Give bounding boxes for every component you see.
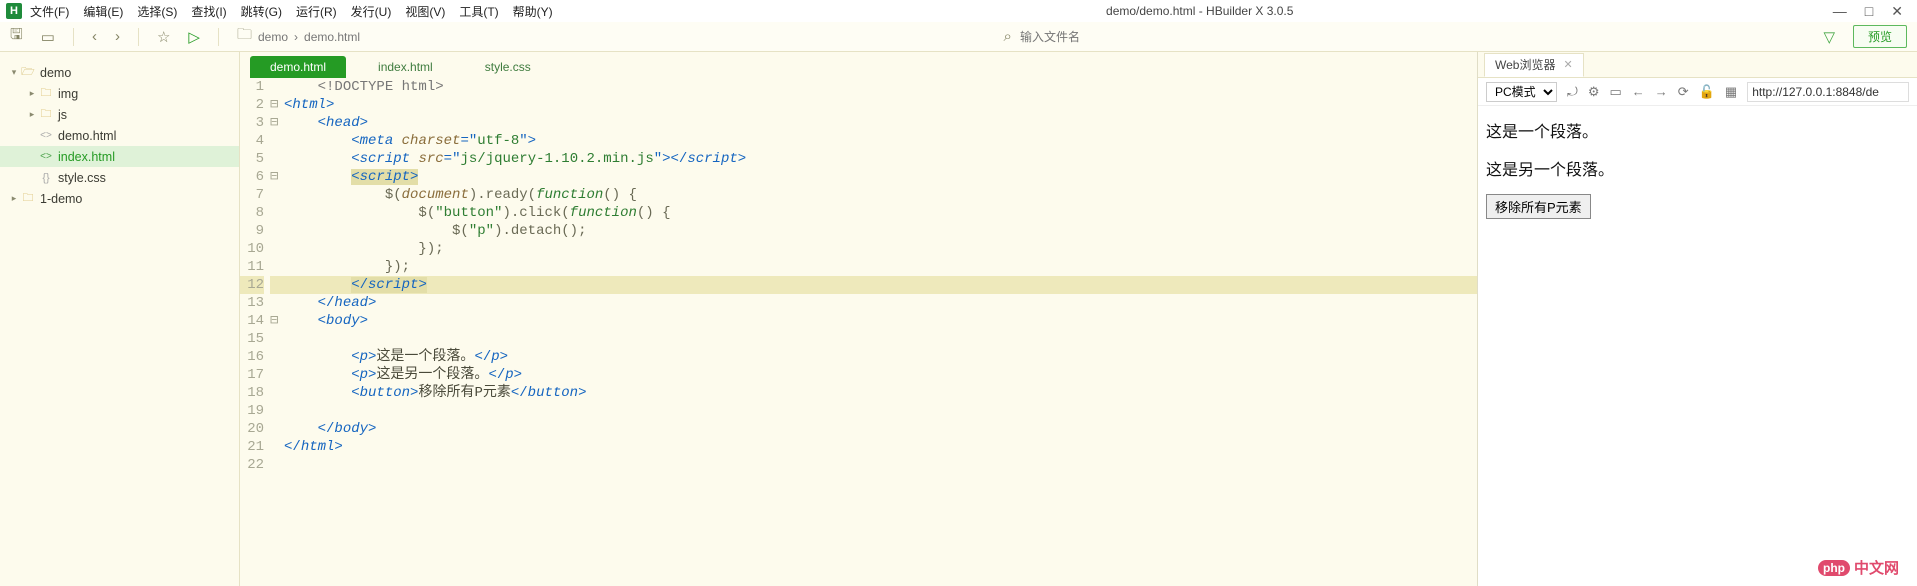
run-icon[interactable]: ▷	[188, 28, 200, 46]
tree-label: demo.html	[58, 129, 116, 143]
code-lines[interactable]: <!DOCTYPE html> <html> <head> <meta char…	[284, 78, 1477, 586]
tab-label: style.css	[485, 60, 531, 74]
tree-label: demo	[40, 66, 71, 80]
menu-select[interactable]: 选择(S)	[137, 3, 177, 20]
refresh2-icon[interactable]: ⤾	[1567, 84, 1578, 100]
nav-back-icon[interactable]: ‹	[92, 28, 97, 45]
menu-view[interactable]: 视图(V)	[405, 3, 445, 20]
menu-run[interactable]: 运行(R)	[296, 3, 337, 20]
preview-paragraph-2: 这是另一个段落。	[1486, 156, 1909, 180]
breadcrumb-sep: ›	[294, 30, 298, 44]
menu-find[interactable]: 查找(I)	[191, 3, 226, 20]
tree-item-style-css[interactable]: {}style.css	[0, 167, 239, 188]
tree-item-index-html[interactable]: <>index.html	[0, 146, 239, 167]
code-area[interactable]: 12345678910111213141516171819202122 ⊟⊟⊟⊟…	[240, 78, 1477, 586]
menu-help[interactable]: 帮助(Y)	[513, 3, 553, 20]
tree-label: style.css	[58, 171, 106, 185]
tab-demo-html[interactable]: demo.html	[250, 56, 346, 78]
back-icon[interactable]: ←	[1632, 84, 1645, 99]
folder-icon: 🗀	[237, 24, 252, 49]
forward-icon[interactable]: →	[1655, 84, 1668, 99]
window-title: demo/demo.html - HBuilder X 3.0.5	[567, 4, 1833, 18]
editor-tabs: demo.html index.html style.css	[240, 52, 1477, 78]
tab-label: demo.html	[270, 60, 326, 74]
toolbar: 🖫 ▭ ‹ › ☆ ▷ 🗀 demo › demo.html ⌕ ▽ 预览	[0, 22, 1917, 52]
save-icon[interactable]: 🖫	[10, 24, 23, 49]
watermark: php 中文网	[1818, 557, 1899, 578]
menu-publish[interactable]: 发行(U)	[351, 3, 392, 20]
filter-icon[interactable]: ▽	[1823, 28, 1835, 46]
app-logo: H	[6, 3, 22, 19]
preview-panel: Web浏览器 ✕ PC模式 ⤾ ⚙ ▭ ← → ⟳ 🔓 ▦ 这是一个段落。 这是…	[1477, 52, 1917, 586]
menu-edit[interactable]: 编辑(E)	[83, 3, 123, 20]
window-close-button[interactable]: ✕	[1891, 3, 1903, 20]
breadcrumb: 🗀 demo › demo.html	[237, 24, 360, 49]
tree-label: 1-demo	[40, 192, 82, 206]
search-icon[interactable]: ⌕	[1004, 28, 1012, 45]
menubar: H 文件(F) 编辑(E) 选择(S) 查找(I) 跳转(G) 运行(R) 发行…	[0, 0, 1917, 22]
tree-item-img[interactable]: ▸🗀img	[0, 83, 239, 104]
preview-paragraph-1: 这是一个段落。	[1486, 118, 1909, 142]
gutter: 12345678910111213141516171819202122	[240, 78, 270, 586]
preview-url-input[interactable]	[1747, 82, 1909, 102]
star-icon[interactable]: ☆	[157, 28, 170, 46]
sidebar: ▾🗁demo ▸🗀img ▸🗀js <>demo.html <>index.ht…	[0, 52, 240, 586]
search-input[interactable]	[1020, 30, 1180, 44]
tree-item-demo-html[interactable]: <>demo.html	[0, 125, 239, 146]
tree-item-demo[interactable]: ▾🗁demo	[0, 62, 239, 83]
window-maximize-button[interactable]: □	[1865, 3, 1873, 20]
breadcrumb-0[interactable]: demo	[258, 30, 288, 44]
preview-remove-button[interactable]: 移除所有P元素	[1486, 194, 1591, 219]
watermark-text: 中文网	[1854, 557, 1899, 578]
qr-icon[interactable]: ▦	[1725, 84, 1737, 100]
preview-tabs: Web浏览器 ✕	[1478, 52, 1917, 78]
menu-file[interactable]: 文件(F)	[30, 3, 69, 20]
tab-label: index.html	[378, 60, 433, 74]
refresh-icon[interactable]: ⟳	[1678, 84, 1689, 100]
preview-toolbar: PC模式 ⤾ ⚙ ▭ ← → ⟳ 🔓 ▦	[1478, 78, 1917, 106]
window-icon-2[interactable]: ▭	[1610, 84, 1622, 100]
tab-index-html[interactable]: index.html	[358, 56, 453, 78]
close-icon[interactable]: ✕	[1563, 58, 1572, 71]
breadcrumb-1[interactable]: demo.html	[304, 30, 360, 44]
watermark-logo: php	[1818, 560, 1850, 576]
tab-style-css[interactable]: style.css	[465, 56, 551, 78]
editor-pane: demo.html index.html style.css 123456789…	[240, 52, 1477, 586]
menu-tool[interactable]: 工具(T)	[459, 3, 498, 20]
tree-item-1-demo[interactable]: ▸🗀1-demo	[0, 188, 239, 209]
tree-item-js[interactable]: ▸🗀js	[0, 104, 239, 125]
menu-goto[interactable]: 跳转(G)	[241, 3, 282, 20]
preview-mode-select[interactable]: PC模式	[1486, 82, 1557, 102]
tree-label: index.html	[58, 150, 115, 164]
preview-button[interactable]: 预览	[1853, 25, 1907, 48]
new-file-icon[interactable]: ▭	[41, 28, 55, 46]
gear-icon[interactable]: ⚙	[1588, 84, 1600, 100]
fold-gutter[interactable]: ⊟⊟⊟⊟	[270, 78, 284, 586]
tree-label: js	[58, 108, 67, 122]
main: ▾🗁demo ▸🗀img ▸🗀js <>demo.html <>index.ht…	[0, 52, 1917, 586]
preview-tab-label: Web浏览器	[1495, 56, 1555, 73]
lock-icon[interactable]: 🔓	[1699, 84, 1715, 100]
preview-body: 这是一个段落。 这是另一个段落。 移除所有P元素	[1478, 106, 1917, 231]
tree-label: img	[58, 87, 78, 101]
nav-forward-icon[interactable]: ›	[115, 28, 120, 45]
preview-tab-web[interactable]: Web浏览器 ✕	[1484, 53, 1584, 77]
window-minimize-button[interactable]: —	[1833, 3, 1847, 20]
